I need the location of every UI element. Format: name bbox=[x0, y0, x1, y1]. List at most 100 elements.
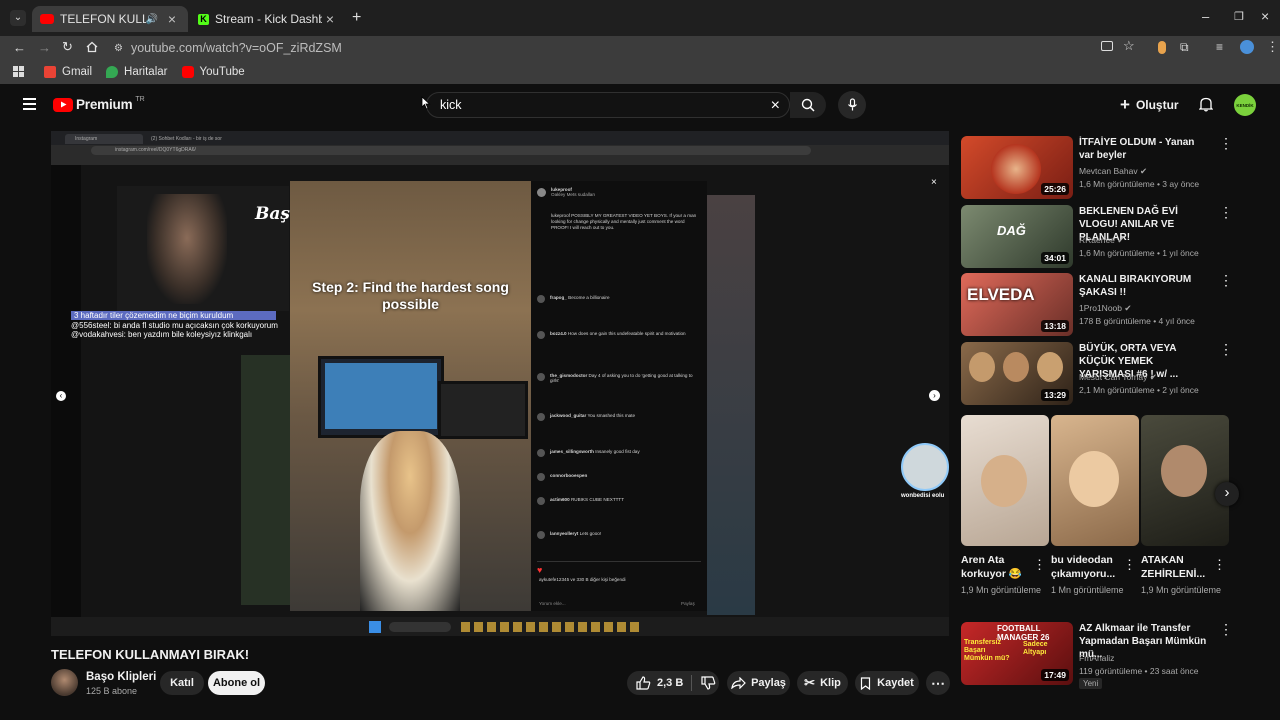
scissors-icon: ✂ bbox=[804, 675, 816, 690]
video-thumbnail[interactable]: 13:29 bbox=[961, 342, 1073, 405]
channel-name[interactable]: RRaenee ✔ bbox=[1079, 235, 1124, 246]
tab-kick[interactable]: K Stream - Kick Dashboard × bbox=[190, 6, 346, 32]
reload-icon[interactable]: ↻ bbox=[62, 39, 73, 55]
more-options-icon[interactable]: ⋮ bbox=[1033, 557, 1046, 573]
video-thumbnail[interactable]: 25:26 bbox=[961, 136, 1073, 199]
short-card[interactable]: ATAKAN ZEHİRLENİ... 1,9 Mn görüntüleme ⋮ bbox=[1141, 415, 1229, 597]
home-icon[interactable] bbox=[86, 41, 98, 53]
save-button[interactable]: Kaydet bbox=[855, 671, 919, 695]
channel-name[interactable]: Mevtcan Bahav ✔ bbox=[1079, 166, 1147, 177]
create-button[interactable]: + Oluştur bbox=[1120, 93, 1179, 117]
like-icon[interactable] bbox=[636, 676, 651, 690]
speaker-icon[interactable]: 🔊 bbox=[146, 14, 158, 25]
short-card[interactable]: bu videodan çıkamıyoru... 1 Mn görüntüle… bbox=[1051, 415, 1139, 597]
tab-youtube[interactable]: TELEFON KULLANMAYI BIRAK! 🔊 × bbox=[32, 6, 188, 32]
bookmark-gmail[interactable]: Gmail bbox=[44, 66, 92, 78]
short-thumbnail[interactable] bbox=[1051, 415, 1139, 546]
notifications-bell-icon[interactable] bbox=[1199, 96, 1213, 112]
close-tab-icon[interactable]: × bbox=[164, 11, 180, 27]
profile-avatar[interactable] bbox=[1240, 40, 1254, 54]
video-thumbnail[interactable]: DAĞ 34:01 bbox=[961, 205, 1073, 268]
channel-name[interactable]: FmAnaliz bbox=[1079, 653, 1114, 663]
more-actions-button[interactable]: ⋯ bbox=[926, 671, 950, 695]
more-options-icon[interactable]: ⋮ bbox=[1219, 205, 1233, 219]
related-video[interactable]: 13:29 BÜYÜK, ORTA VEYA KÜÇÜK YEMEK YARIŞ… bbox=[961, 342, 1241, 406]
verified-icon: ✔ bbox=[1124, 303, 1132, 313]
comment-user: jackwood_guitar bbox=[550, 413, 587, 418]
related-video[interactable]: FOOTBALL MANAGER 26 Transfersiz Başarı M… bbox=[961, 622, 1241, 689]
clear-search-icon[interactable]: × bbox=[771, 97, 780, 115]
video-thumbnail[interactable]: FOOTBALL MANAGER 26 Transfersiz Başarı M… bbox=[961, 622, 1073, 685]
video-title[interactable]: İTFAİYE OLDUM - Yanan var beyler bbox=[1079, 136, 1203, 162]
new-tab-icon[interactable]: + bbox=[352, 9, 361, 27]
bookmark-maps[interactable]: Haritalar bbox=[106, 66, 168, 78]
comment-user: lannyeolleryt bbox=[550, 531, 579, 536]
short-card[interactable]: Aren Ata korkuyor 😂 1,9 Mn görüntüleme ⋮ bbox=[961, 415, 1049, 597]
video-player[interactable]: Instagram (2) Sohbet Kodları - bir iş de… bbox=[51, 131, 949, 636]
site-info-icon[interactable]: ⚙ bbox=[114, 43, 123, 54]
short-thumbnail[interactable] bbox=[1141, 415, 1229, 546]
clip-button[interactable]: ✂ Klip bbox=[797, 671, 848, 695]
channel-name[interactable]: 1Pro1Noob ✔ bbox=[1079, 303, 1132, 314]
more-options-icon[interactable]: ⋮ bbox=[1219, 136, 1233, 150]
bookmark-youtube[interactable]: YouTube bbox=[181, 66, 245, 78]
related-video[interactable]: 25:26 İTFAİYE OLDUM - Yanan var beyler M… bbox=[961, 136, 1241, 200]
video-duration: 34:01 bbox=[1041, 252, 1069, 264]
bookmark-label: Haritalar bbox=[124, 66, 168, 78]
search-input[interactable]: kick × bbox=[426, 92, 790, 118]
cast-icon[interactable] bbox=[1101, 41, 1113, 51]
channel-name[interactable]: Başo Klipleri bbox=[86, 671, 156, 683]
poster-subtitle: Oakley Mets sudalları bbox=[551, 192, 596, 197]
video-thumbnail[interactable]: ELVEDA 13:18 bbox=[961, 273, 1073, 336]
back-icon[interactable]: ← bbox=[13, 40, 26, 55]
close-tab-icon[interactable]: × bbox=[322, 11, 338, 27]
voice-search-button[interactable] bbox=[838, 91, 866, 119]
search-button[interactable] bbox=[790, 92, 826, 118]
short-title[interactable]: bu videodan çıkamıyoru... bbox=[1051, 553, 1125, 581]
related-video[interactable]: ELVEDA 13:18 KANALI BIRAKIYORUM ŞAKASI !… bbox=[961, 273, 1241, 337]
bookmark-star-icon[interactable]: ☆ bbox=[1123, 38, 1135, 54]
short-title[interactable]: ATAKAN ZEHİRLENİ... bbox=[1141, 553, 1215, 581]
youtube-icon bbox=[181, 66, 194, 78]
video-meta: 119 görüntüleme • 23 saat önce bbox=[1079, 666, 1199, 676]
subscribe-button[interactable]: Abone ol bbox=[208, 671, 265, 695]
video-title[interactable]: KANALI BIRAKIYORUM ŞAKASI !! bbox=[1079, 273, 1203, 299]
forward-icon[interactable]: → bbox=[38, 40, 51, 55]
account-avatar[interactable]: KENDİK bbox=[1234, 94, 1256, 116]
apps-grid-icon[interactable] bbox=[13, 66, 24, 77]
tab-search-icon[interactable]: ⌄ bbox=[10, 10, 26, 26]
menu-dots-icon[interactable]: ⋮ bbox=[1266, 39, 1279, 55]
more-options-icon[interactable]: ⋮ bbox=[1219, 342, 1233, 356]
puzzle-icon[interactable]: ⧉ bbox=[1180, 40, 1189, 55]
short-views: 1,9 Mn görüntüleme bbox=[961, 585, 1042, 595]
short-title[interactable]: Aren Ata korkuyor 😂 bbox=[961, 553, 1035, 581]
channel-avatar[interactable] bbox=[51, 669, 78, 696]
more-options-icon[interactable]: ⋮ bbox=[1213, 557, 1226, 573]
address-bar[interactable]: ⚙ youtube.com/watch?v=oOF_ziRdZSM bbox=[106, 36, 1146, 60]
reel-caption: Step 2: Find the hardest song possible bbox=[312, 279, 509, 312]
more-options-icon[interactable]: ⋮ bbox=[1219, 273, 1233, 287]
channel-name[interactable]: Mesut Can Tomay ✔ bbox=[1079, 372, 1157, 383]
more-options-icon[interactable]: ⋮ bbox=[1123, 557, 1136, 573]
hamburger-menu-icon[interactable] bbox=[23, 98, 36, 110]
short-thumbnail[interactable] bbox=[961, 415, 1049, 546]
thumbnail-text: ELVEDA bbox=[967, 285, 1035, 304]
comment: bozz4.0 How does one gain this undefeata… bbox=[537, 331, 703, 339]
share-button[interactable]: Paylaş bbox=[727, 671, 790, 695]
youtube-premium-logo[interactable]: Premium TR bbox=[53, 96, 145, 112]
join-button[interactable]: Katıl bbox=[160, 671, 204, 695]
more-options-icon[interactable]: ⋮ bbox=[1219, 622, 1233, 636]
media-control-icon[interactable]: ≡ bbox=[1216, 40, 1223, 54]
microphone-icon bbox=[847, 98, 857, 111]
related-video[interactable]: DAĞ 34:01 BEKLENEN DAĞ EVİ VLOGU! ANILAR… bbox=[961, 205, 1241, 269]
dislike-icon[interactable] bbox=[701, 676, 716, 690]
shorts-next-arrow-icon[interactable]: › bbox=[1215, 482, 1239, 506]
verified-icon: ✔ bbox=[1139, 166, 1148, 176]
minimize-icon[interactable]: – bbox=[1202, 9, 1209, 24]
comment-user: actim600 bbox=[550, 497, 570, 502]
restore-icon[interactable]: ❐ bbox=[1234, 10, 1244, 23]
extension-icon[interactable] bbox=[1158, 41, 1166, 54]
comment-text: You smashed this mate bbox=[587, 413, 636, 418]
like-count[interactable]: 2,3 B bbox=[657, 677, 683, 689]
window-close-icon[interactable]: × bbox=[1261, 8, 1269, 24]
